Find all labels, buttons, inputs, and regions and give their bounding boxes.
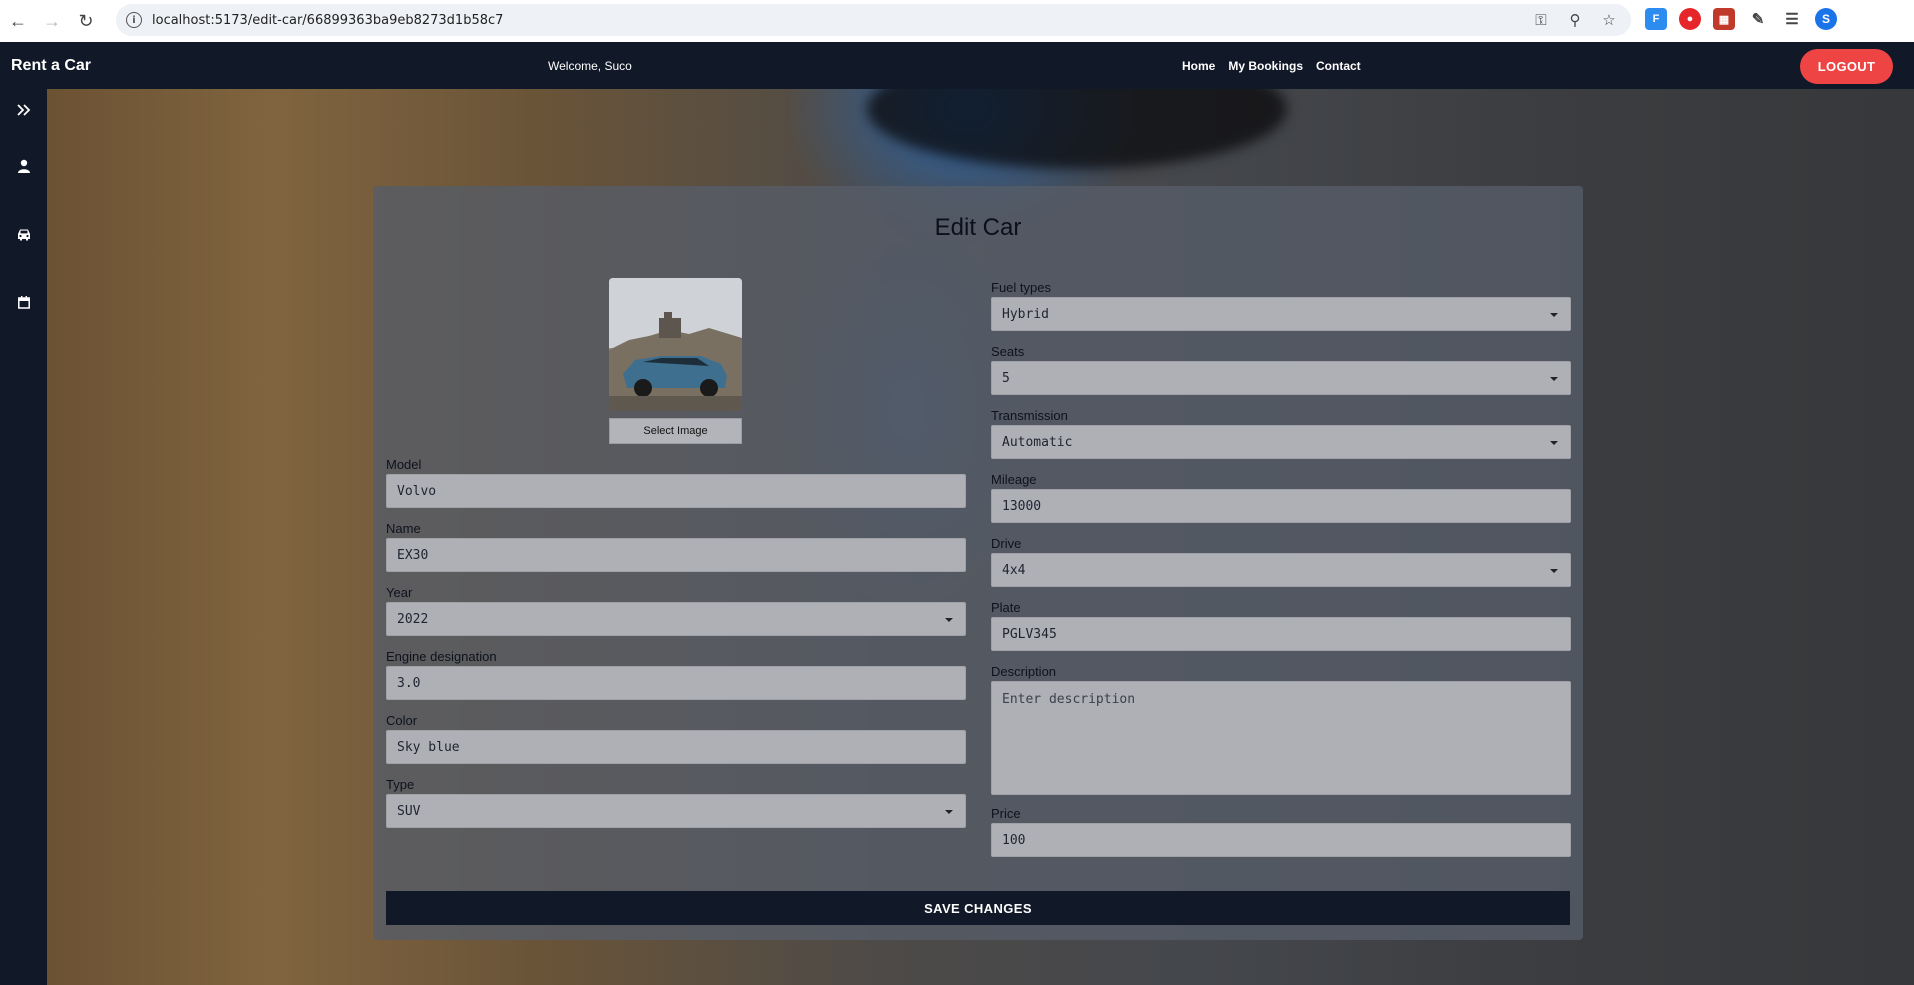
- logout-button[interactable]: LOGOUT: [1800, 49, 1893, 84]
- drive-select[interactable]: 4x4: [991, 553, 1571, 587]
- browser-toolbar: ← → ↻ i localhost:5173/edit-car/66899363…: [0, 0, 1914, 42]
- key-icon[interactable]: ⚿: [1531, 10, 1551, 30]
- calendar-icon[interactable]: [0, 287, 47, 317]
- transmission-select[interactable]: Automatic: [991, 425, 1571, 459]
- brand-title[interactable]: Rent a Car: [11, 57, 91, 75]
- extension-image-icon[interactable]: ▦: [1713, 8, 1735, 30]
- bookmark-star-icon[interactable]: ☆: [1599, 10, 1619, 30]
- mileage-input[interactable]: 13000: [991, 489, 1571, 523]
- seats-label: Seats: [991, 344, 1025, 359]
- site-info-icon[interactable]: i: [126, 12, 142, 28]
- name-input[interactable]: EX30: [386, 538, 966, 572]
- seats-select[interactable]: 5: [991, 361, 1571, 395]
- year-select[interactable]: 2022: [386, 602, 966, 636]
- price-label: Price: [991, 806, 1021, 821]
- drive-label: Drive: [991, 536, 1022, 551]
- model-label: Model: [386, 457, 422, 472]
- app-navbar: Rent a Car Welcome, Suco Home My Booking…: [0, 42, 1914, 89]
- forward-icon[interactable]: →: [36, 5, 68, 37]
- select-image-button[interactable]: Select Image: [609, 418, 742, 444]
- transmission-label: Transmission: [991, 408, 1068, 423]
- fuel-select[interactable]: Hybrid: [991, 297, 1571, 331]
- engine-label: Engine designation: [386, 649, 497, 664]
- price-input[interactable]: 100: [991, 823, 1571, 857]
- description-textarea[interactable]: Enter description: [991, 681, 1571, 795]
- page-title: Edit Car: [934, 214, 1022, 241]
- reload-icon[interactable]: ↻: [70, 5, 102, 37]
- extension-f-icon[interactable]: F: [1645, 8, 1667, 30]
- mileage-label: Mileage: [991, 472, 1037, 487]
- plate-label: Plate: [991, 600, 1021, 615]
- address-bar[interactable]: i localhost:5173/edit-car/66899363ba9eb8…: [116, 4, 1631, 36]
- url-text[interactable]: localhost:5173/edit-car/66899363ba9eb827…: [152, 13, 503, 28]
- nav-link-my-bookings[interactable]: My Bookings: [1228, 59, 1303, 73]
- car-icon[interactable]: [0, 219, 47, 249]
- back-icon[interactable]: ←: [2, 5, 34, 37]
- type-label: Type: [386, 777, 415, 792]
- nav-link-home[interactable]: Home: [1182, 59, 1215, 73]
- name-label: Name: [386, 521, 421, 536]
- media-queue-icon[interactable]: ☰: [1781, 8, 1803, 30]
- year-label: Year: [386, 585, 413, 600]
- fuel-label: Fuel types: [991, 280, 1051, 295]
- plate-input[interactable]: PGLV345: [991, 617, 1571, 651]
- edit-car-card: Edit Car Select Image Model Volvo Name E…: [373, 186, 1583, 940]
- extension-red-icon[interactable]: ●: [1679, 8, 1701, 30]
- type-select[interactable]: SUV: [386, 794, 966, 828]
- color-input[interactable]: Sky blue: [386, 730, 966, 764]
- welcome-text: Welcome, Suco: [548, 59, 632, 73]
- expand-icon[interactable]: [0, 95, 47, 125]
- save-changes-button[interactable]: SAVE CHANGES: [386, 891, 1570, 925]
- engine-input[interactable]: 3.0: [386, 666, 966, 700]
- nav-link-contact[interactable]: Contact: [1316, 59, 1361, 73]
- profile-avatar[interactable]: S: [1815, 8, 1837, 30]
- color-label: Color: [386, 713, 418, 728]
- model-input[interactable]: Volvo: [386, 474, 966, 508]
- extensions-puzzle-icon[interactable]: ✎: [1747, 8, 1769, 30]
- sidebar: [0, 89, 47, 985]
- car-image: [609, 278, 742, 411]
- description-label: Description: [991, 664, 1057, 679]
- user-icon[interactable]: [0, 151, 47, 181]
- zoom-icon[interactable]: ⚲: [1565, 10, 1585, 30]
- nav-links: Home My Bookings Contact: [1182, 59, 1361, 73]
